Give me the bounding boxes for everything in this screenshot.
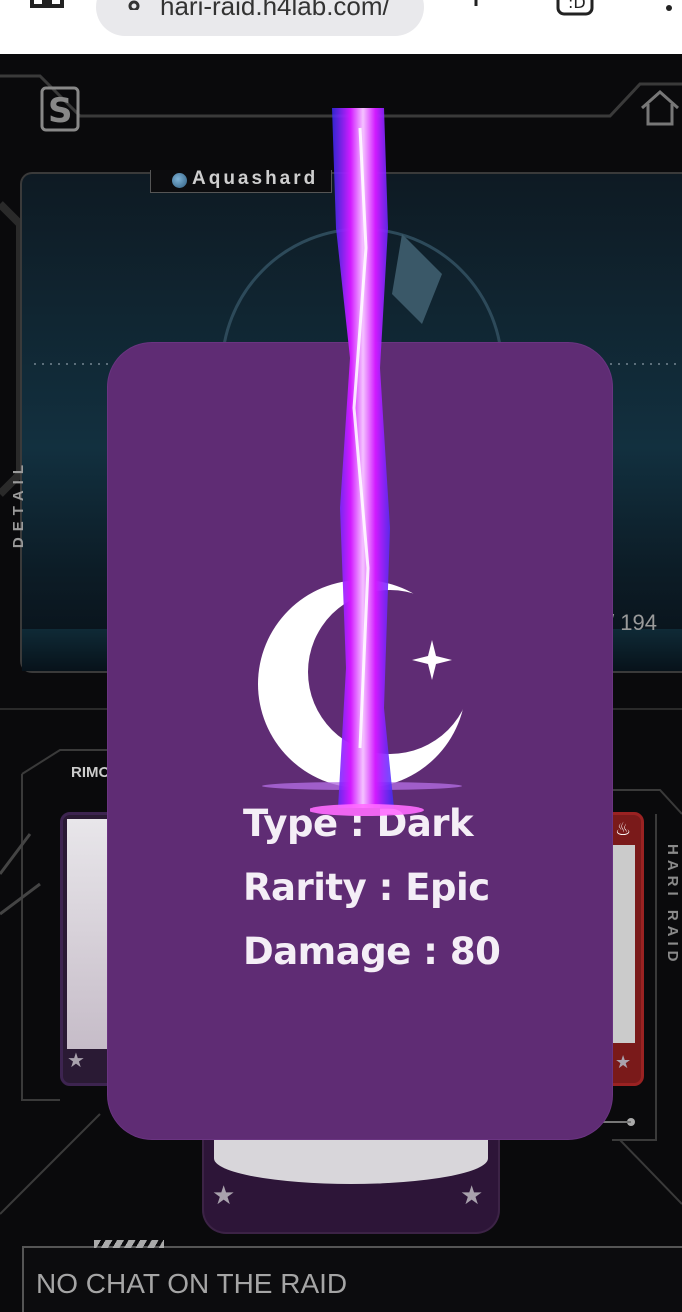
home-tab-icon[interactable] — [30, 0, 64, 14]
url-text[interactable]: hari-raid.h4lab.com/ — [160, 0, 390, 22]
star-icon: ★ — [615, 1052, 632, 1072]
element-orb-icon — [172, 173, 187, 188]
fire-icon: ♨ — [615, 819, 632, 839]
more-menu-icon[interactable] — [664, 0, 674, 14]
card-damage-text: Damage : 80 — [243, 930, 501, 973]
logo-s-icon[interactable]: S — [40, 86, 80, 132]
raid-game-area: S Aquashard / 194 DETAIL HARI RAID RIMO … — [0, 54, 682, 1312]
boss-hp-counter: / 194 — [608, 610, 657, 635]
star-icon: ★ — [67, 1050, 85, 1072]
chat-status-text: NO CHAT ON THE RAID — [36, 1268, 348, 1299]
character-card-right[interactable]: ♨ ★ — [608, 812, 644, 1086]
chat-bar-decoration — [94, 1240, 164, 1248]
share-icon[interactable] — [470, 0, 482, 12]
svg-text::D: :D — [568, 0, 586, 12]
raid-side-tab[interactable]: HARI RAID — [664, 844, 681, 967]
card-type-text: Type : Dark — [243, 802, 474, 845]
player-name: RIMO — [71, 764, 111, 781]
svg-text:S: S — [48, 91, 73, 131]
card-rarity-text: Rarity : Epic — [243, 866, 490, 909]
browser-toolbar: hari-raid.h4lab.com/ :D — [0, 0, 682, 55]
star-icon: ★ — [460, 1180, 484, 1210]
home-icon[interactable] — [638, 88, 682, 128]
detail-tab[interactable]: DETAIL — [10, 459, 27, 548]
crescent-moon-star-icon — [258, 580, 466, 790]
tab-switcher-icon[interactable]: :D — [556, 0, 594, 16]
character-art — [611, 845, 635, 1043]
star-icon: ★ — [212, 1180, 236, 1210]
boss-name: Aquashard — [192, 168, 319, 189]
site-settings-icon[interactable] — [112, 0, 144, 10]
